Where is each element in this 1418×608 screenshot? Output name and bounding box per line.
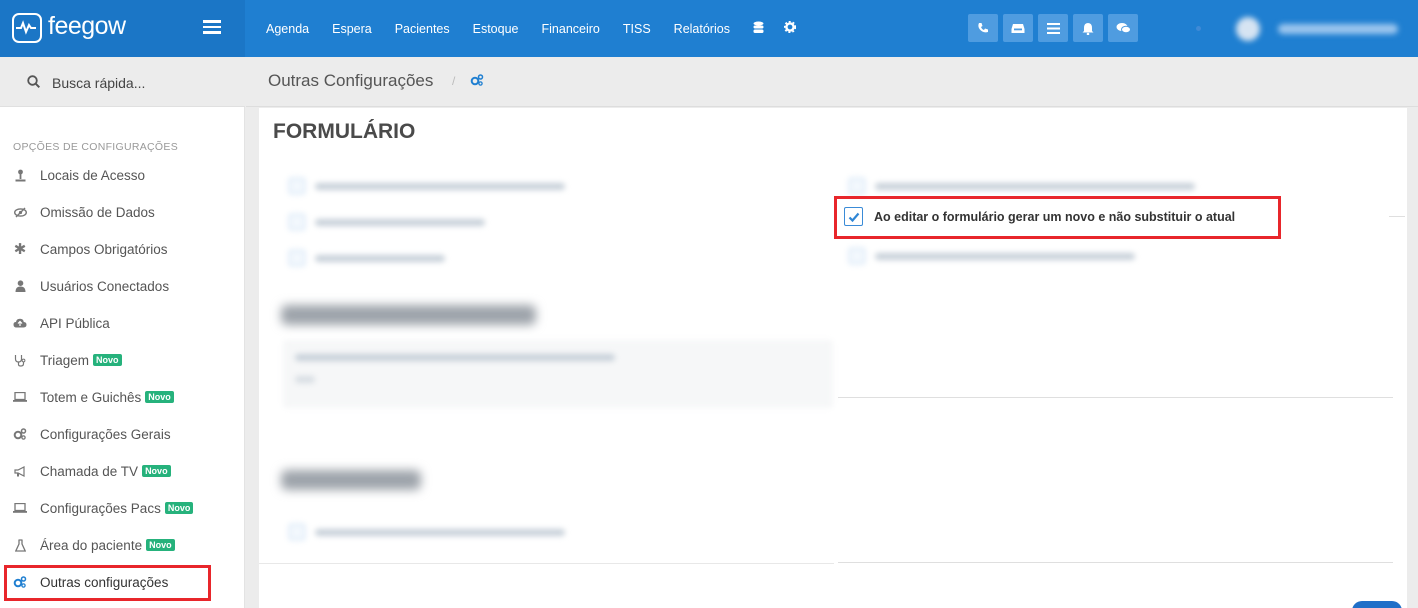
laptop-icon — [13, 503, 27, 513]
cloud-icon — [13, 318, 27, 328]
avatar[interactable] — [1236, 17, 1260, 41]
divider — [1389, 216, 1405, 217]
sidebar-item-campos-obrigatorios[interactable]: ✱ Campos Obrigatórios — [13, 237, 168, 261]
sidebar-item-omissao-de-dados[interactable]: Omissão de Dados — [13, 200, 155, 224]
blurred-section-title — [281, 470, 421, 490]
sidebar-highlight-box — [4, 565, 211, 601]
sidebar-item-configuracoes-gerais[interactable]: Configurações Gerais — [13, 422, 171, 446]
inbox-icon[interactable] — [1003, 14, 1033, 42]
chat-icon[interactable] — [1108, 14, 1138, 42]
sidebar-item-label: Totem e Guichês — [40, 389, 142, 405]
sidebar-item-label: Usuários Conectados — [40, 278, 170, 294]
sidebar-item-area-do-paciente[interactable]: Área do paciente Novo — [13, 533, 175, 557]
sidebar-item-chamada-de-tv[interactable]: Chamada de TV Novo — [13, 459, 171, 483]
quick-search[interactable]: Busca rápida... — [0, 57, 245, 107]
phone-icon[interactable] — [968, 14, 998, 42]
menu-toggle-icon[interactable] — [203, 20, 221, 34]
sidebar-item-label: Chamada de TV — [40, 463, 139, 479]
brand[interactable]: feegow — [0, 0, 245, 57]
sidebar-item-usuarios-conectados[interactable]: Usuários Conectados — [13, 274, 169, 298]
sidebar-item-api-publica[interactable]: API Pública — [13, 311, 110, 335]
gears-icon — [13, 428, 27, 440]
search-label: Busca rápida... — [52, 75, 146, 91]
sidebar-item-label: Configurações Pacs — [40, 500, 161, 516]
main-nav: Agenda Espera Pacientes Estoque Financei… — [266, 0, 816, 57]
eye-slash-icon — [13, 207, 27, 218]
blurred-option[interactable] — [289, 178, 565, 194]
feegow-logo-icon — [12, 13, 42, 43]
sidebar-item-triagem[interactable]: Triagem Novo — [13, 348, 122, 372]
status-dot — [1196, 26, 1201, 31]
sidebar-item-label: API Pública — [40, 315, 110, 331]
page-title: Outras Configurações — [268, 71, 434, 90]
top-bar: feegow Agenda Espera Pacientes Estoque F… — [0, 0, 1418, 57]
breadcrumb-separator: / — [452, 74, 456, 88]
user-name-blurred[interactable] — [1278, 24, 1398, 34]
sidebar-item-label: Omissão de Dados — [40, 204, 155, 220]
gear-icon[interactable] — [783, 20, 797, 36]
divider — [838, 397, 1393, 398]
divider — [259, 563, 834, 564]
sidebar-item-totem-e-guiches[interactable]: Totem e Guichês Novo — [13, 385, 174, 409]
database-icon[interactable] — [753, 21, 764, 37]
brand-name: feegow — [48, 12, 126, 40]
new-badge: Novo — [142, 465, 171, 477]
sidebar: Busca rápida... OPÇÕES DE CONFIGURAÇÕES … — [0, 57, 245, 608]
chat-widget-button[interactable] — [1352, 601, 1402, 608]
sidebar-item-label: Locais de Acesso — [40, 167, 146, 183]
nav-financeiro[interactable]: Financeiro — [542, 22, 600, 36]
blurred-option[interactable] — [289, 524, 565, 540]
sidebar-item-label: Área do paciente — [40, 537, 143, 553]
nav-relatorios[interactable]: Relatórios — [674, 22, 730, 36]
blurred-text — [295, 354, 615, 361]
new-badge: Novo — [93, 354, 122, 366]
sidebar-item-locais-de-acesso[interactable]: Locais de Acesso — [13, 163, 145, 187]
option-highlight-box — [834, 196, 1281, 239]
sidebar-item-label: Configurações Gerais — [40, 426, 171, 442]
new-badge: Novo — [145, 391, 174, 403]
blurred-option[interactable] — [289, 214, 485, 230]
sidebar-section-header: OPÇÕES DE CONFIGURAÇÕES — [13, 141, 179, 153]
sidebar-item-label: Campos Obrigatórios — [40, 241, 168, 257]
sidebar-item-configuracoes-pacs[interactable]: Configurações Pacs Novo — [13, 496, 194, 520]
blurred-option[interactable] — [849, 248, 1135, 264]
section-title: FORMULÁRIO — [273, 120, 416, 143]
new-badge: Novo — [146, 539, 175, 551]
new-badge: Novo — [164, 502, 194, 514]
asterisk-icon: ✱ — [13, 241, 27, 258]
sidebar-item-label: Triagem — [40, 352, 90, 368]
location-icon — [13, 169, 27, 182]
blurred-panel — [283, 340, 833, 408]
nav-agenda[interactable]: Agenda — [266, 22, 309, 36]
blurred-option[interactable] — [289, 250, 445, 266]
blurred-input[interactable] — [295, 376, 315, 383]
flask-icon — [13, 538, 27, 552]
breadcrumb: Outras Configurações / — [246, 57, 1418, 107]
blurred-section-title — [281, 305, 536, 325]
bell-icon[interactable] — [1073, 14, 1103, 42]
stethoscope-icon — [13, 354, 27, 367]
gears-icon — [470, 73, 484, 91]
nav-espera[interactable]: Espera — [332, 22, 372, 36]
nav-estoque[interactable]: Estoque — [473, 22, 519, 36]
bullhorn-icon — [13, 465, 27, 477]
search-icon — [27, 75, 41, 93]
user-icon — [13, 280, 27, 292]
laptop-icon — [13, 392, 27, 402]
blurred-option[interactable] — [849, 178, 1195, 194]
nav-tiss[interactable]: TISS — [623, 22, 651, 36]
main-content: FORMULÁRIO Ao editar o formulário gerar … — [259, 108, 1407, 608]
nav-pacientes[interactable]: Pacientes — [395, 22, 450, 36]
divider — [838, 562, 1393, 563]
list-icon[interactable] — [1038, 14, 1068, 42]
